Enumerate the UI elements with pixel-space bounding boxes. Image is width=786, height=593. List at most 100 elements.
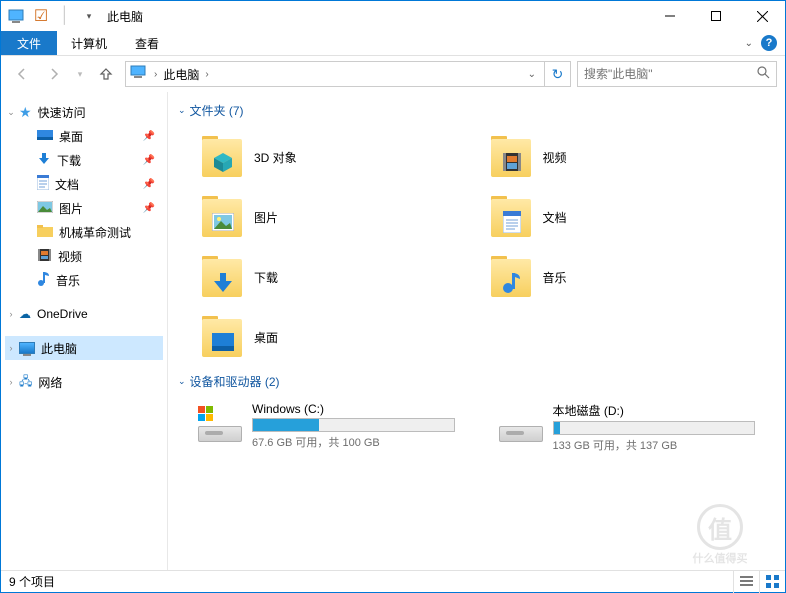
search-input[interactable] bbox=[584, 67, 757, 81]
view-large-icons-button[interactable] bbox=[759, 571, 785, 593]
folder-grid: 3D 对象视频图片 文档下载 音乐桌面 bbox=[198, 127, 775, 367]
address-dropdown-icon[interactable]: ⌄ bbox=[524, 69, 540, 80]
group-label: 设备和驱动器 (2) bbox=[190, 373, 280, 390]
drive-usage-bar bbox=[553, 421, 756, 435]
quick-access-toolbar: ☑ │ ▾ bbox=[1, 6, 99, 26]
sidebar-item-this-pc[interactable]: › 此电脑 bbox=[5, 336, 163, 360]
group-header-drives[interactable]: ⌄ 设备和驱动器 (2) bbox=[178, 373, 775, 390]
search-box[interactable] bbox=[577, 61, 777, 87]
folder-item[interactable]: 视频 bbox=[487, 127, 776, 187]
sidebar-item[interactable]: 下载📌 bbox=[5, 148, 163, 172]
help-icon[interactable]: ? bbox=[761, 35, 777, 51]
sidebar-item[interactable]: 桌面📌 bbox=[5, 124, 163, 148]
folder-label: 下载 bbox=[254, 269, 278, 286]
sidebar-item-network[interactable]: › 🖧 网络 bbox=[5, 370, 163, 394]
folder-icon bbox=[198, 313, 246, 361]
star-icon: ★ bbox=[19, 104, 32, 121]
folder-item[interactable]: 音乐 bbox=[487, 247, 776, 307]
sidebar-item-quick-access[interactable]: ⌄ ★ 快速访问 bbox=[5, 100, 163, 124]
sidebar-label: 音乐 bbox=[56, 272, 80, 289]
body: ⌄ ★ 快速访问 桌面📌下载📌文档📌图片📌机械革命测试视频音乐 › ☁ OneD… bbox=[1, 92, 785, 570]
sidebar-item[interactable]: 音乐 bbox=[5, 268, 163, 292]
sidebar-item[interactable]: 文档📌 bbox=[5, 172, 163, 196]
folder-icon bbox=[198, 253, 246, 301]
pin-icon: 📌 bbox=[143, 203, 155, 214]
folder-icon bbox=[487, 133, 535, 181]
chevron-right-icon[interactable]: › bbox=[205, 69, 208, 80]
window-controls bbox=[647, 1, 785, 31]
drive-usage-bar bbox=[252, 418, 455, 432]
maximize-button[interactable] bbox=[693, 1, 739, 31]
drive-icon bbox=[198, 406, 242, 442]
tab-view[interactable]: 查看 bbox=[121, 31, 173, 55]
folder-icon bbox=[37, 248, 52, 265]
caret-right-icon[interactable]: › bbox=[6, 343, 16, 353]
folder-icon bbox=[198, 193, 246, 241]
chevron-right-icon[interactable]: › bbox=[154, 69, 157, 80]
caret-down-icon[interactable]: ⌄ bbox=[178, 376, 186, 387]
drive-item[interactable]: 本地磁盘 (D:) 133 GB 可用，共 137 GB bbox=[499, 398, 776, 457]
forward-button[interactable] bbox=[41, 61, 67, 87]
ribbon-tabs: 文件 计算机 查看 ⌄ ? bbox=[1, 31, 785, 56]
ribbon-right: ⌄ ? bbox=[745, 31, 785, 55]
recent-dropdown-icon[interactable]: ▾ bbox=[73, 61, 87, 87]
folder-icon bbox=[37, 175, 49, 193]
close-button[interactable] bbox=[739, 1, 785, 31]
back-button[interactable] bbox=[9, 61, 35, 87]
sidebar-label: 网络 bbox=[38, 374, 62, 391]
folder-label: 桌面 bbox=[254, 329, 278, 346]
pin-icon: 📌 bbox=[143, 179, 155, 190]
view-toggles bbox=[733, 571, 785, 593]
sidebar-label: 下载 bbox=[57, 152, 81, 169]
view-details-button[interactable] bbox=[733, 571, 759, 593]
window-title: 此电脑 bbox=[107, 8, 143, 25]
breadcrumb[interactable]: 此电脑 bbox=[163, 66, 199, 83]
qat-properties-icon[interactable]: ☑ bbox=[31, 6, 51, 26]
folder-icon bbox=[487, 193, 535, 241]
folder-label: 文档 bbox=[543, 209, 567, 226]
caret-down-icon[interactable]: ⌄ bbox=[178, 105, 186, 116]
folder-label: 图片 bbox=[254, 209, 278, 226]
navigation-bar: ▾ › 此电脑 › ⌄ ↻ bbox=[1, 56, 785, 92]
drive-stats: 133 GB 可用，共 137 GB bbox=[553, 437, 756, 453]
drive-name: 本地磁盘 (D:) bbox=[553, 402, 756, 419]
group-header-folders[interactable]: ⌄ 文件夹 (7) bbox=[178, 102, 775, 119]
tab-file[interactable]: 文件 bbox=[1, 31, 57, 55]
sidebar-label: 快速访问 bbox=[38, 104, 86, 121]
folder-icon bbox=[37, 128, 53, 145]
folder-item[interactable]: 桌面 bbox=[198, 307, 487, 367]
pc-icon bbox=[130, 65, 148, 84]
folder-icon bbox=[37, 201, 53, 216]
status-bar: 9 个项目 bbox=[1, 570, 785, 592]
sidebar-label: 视频 bbox=[58, 248, 82, 265]
folder-item[interactable]: 下载 bbox=[198, 247, 487, 307]
refresh-button[interactable]: ↻ bbox=[545, 61, 571, 87]
pin-icon: 📌 bbox=[143, 131, 155, 142]
tab-computer[interactable]: 计算机 bbox=[57, 31, 121, 55]
sidebar-item[interactable]: 机械革命测试 bbox=[5, 220, 163, 244]
minimize-button[interactable] bbox=[647, 1, 693, 31]
sidebar-item[interactable]: 图片 📌 bbox=[5, 196, 163, 220]
folder-icon bbox=[37, 224, 53, 240]
folder-item[interactable]: 文档 bbox=[487, 187, 776, 247]
folder-item[interactable]: 3D 对象 bbox=[198, 127, 487, 187]
drive-grid: Windows (C:)67.6 GB 可用，共 100 GB 本地磁盘 (D:)… bbox=[198, 398, 775, 457]
qat-dropdown-icon[interactable]: ▾ bbox=[79, 6, 99, 26]
search-icon[interactable] bbox=[757, 66, 770, 82]
drive-item[interactable]: Windows (C:)67.6 GB 可用，共 100 GB bbox=[198, 398, 475, 457]
sidebar-label: 此电脑 bbox=[41, 340, 77, 357]
cloud-icon: ☁ bbox=[19, 307, 31, 321]
sidebar-label: 图片 bbox=[59, 200, 83, 217]
address-bar[interactable]: › 此电脑 › ⌄ bbox=[125, 61, 545, 87]
sidebar-item-onedrive[interactable]: › ☁ OneDrive bbox=[5, 302, 163, 326]
title-bar: ☑ │ ▾ 此电脑 bbox=[1, 1, 785, 31]
caret-right-icon[interactable]: › bbox=[6, 377, 16, 387]
pc-icon bbox=[19, 342, 35, 354]
caret-right-icon[interactable]: › bbox=[6, 309, 16, 319]
sidebar-label: OneDrive bbox=[37, 307, 88, 321]
caret-down-icon[interactable]: ⌄ bbox=[6, 107, 16, 118]
collapse-ribbon-icon[interactable]: ⌄ bbox=[745, 38, 753, 49]
folder-item[interactable]: 图片 bbox=[198, 187, 487, 247]
sidebar-item[interactable]: 视频 bbox=[5, 244, 163, 268]
up-button[interactable] bbox=[93, 61, 119, 87]
